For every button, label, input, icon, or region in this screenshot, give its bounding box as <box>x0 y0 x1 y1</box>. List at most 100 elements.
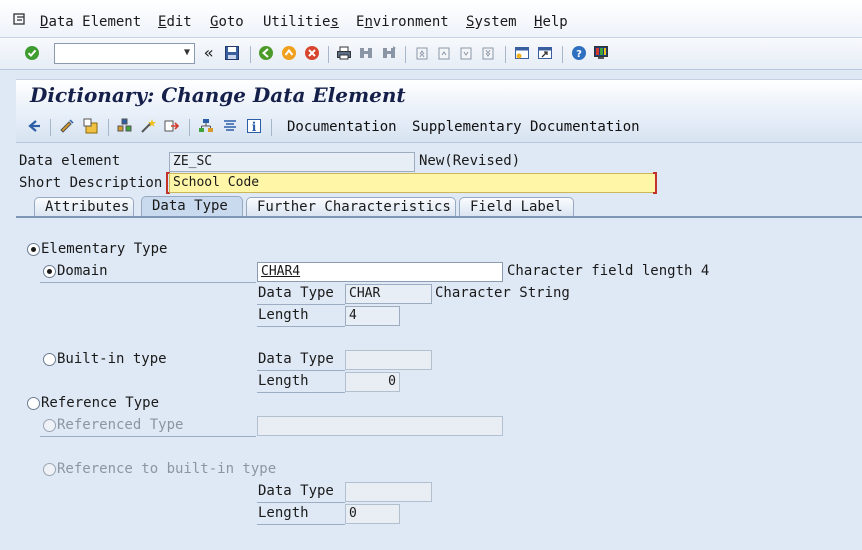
exit-icon[interactable] <box>281 45 297 61</box>
svg-text:i: i <box>252 120 257 134</box>
help-icon[interactable]: ? <box>571 45 587 61</box>
menu-edit[interactable]: Edit <box>158 14 192 30</box>
magic-wand-icon[interactable] <box>140 118 156 134</box>
label-underline <box>257 370 345 371</box>
page-title: Dictionary: Change Data Element <box>30 83 406 107</box>
menu-utilities[interactable]: Utilities <box>263 14 339 30</box>
tab-further-characteristics[interactable]: Further Characteristics <box>246 197 456 218</box>
toolbar-separator <box>562 46 563 63</box>
tab-attributes[interactable]: Attributes <box>34 197 134 218</box>
last-page-icon[interactable] <box>480 45 496 61</box>
application-toolbar: i Documentation Supplementary Documentat… <box>16 111 862 143</box>
activate-icon[interactable] <box>83 118 99 134</box>
domain-value: CHAR4 <box>261 264 301 279</box>
toolbar-separator <box>271 119 272 136</box>
referenced-type-radio[interactable] <box>43 419 56 432</box>
navigate-icon[interactable] <box>164 118 180 134</box>
tab-label: Data Type <box>152 198 228 214</box>
menu-data-element[interactable]: Data Element <box>40 14 141 30</box>
builtin-data-type-field[interactable] <box>345 350 432 370</box>
system-menu-icon[interactable] <box>13 12 27 26</box>
label-underline <box>257 502 345 503</box>
toolbar-separator <box>405 46 406 63</box>
reference-type-label: Reference Type <box>41 395 160 411</box>
chevron-down-icon[interactable]: ▼ <box>184 47 190 58</box>
label-underline <box>257 326 345 327</box>
tab-field-label[interactable]: Field Label <box>459 197 574 218</box>
data-element-label: Data element <box>19 153 121 169</box>
domain-description: Character field length 4 <box>507 263 710 279</box>
builtin-type-label: Built-in type <box>57 351 167 367</box>
reference-builtin-radio[interactable] <box>43 463 56 476</box>
cancel-icon[interactable] <box>304 45 320 61</box>
hierarchy-icon[interactable] <box>198 118 214 134</box>
first-page-icon[interactable] <box>414 45 430 61</box>
domain-label: Domain <box>57 263 108 279</box>
find-next-icon[interactable] <box>381 45 397 61</box>
domain-radio[interactable] <box>43 265 56 278</box>
tab-strip: Attributes Data Type Further Characteris… <box>16 194 862 218</box>
builtin-type-radio[interactable] <box>43 353 56 366</box>
toolbar-separator <box>50 119 51 136</box>
ref-length-field[interactable]: 0 <box>345 504 400 524</box>
find-icon[interactable] <box>358 45 374 61</box>
domain-length-field[interactable]: 4 <box>345 306 400 326</box>
referenced-type-field[interactable] <box>257 416 503 436</box>
elementary-type-label: Elementary Type <box>41 241 168 257</box>
label-underline <box>257 524 345 525</box>
domain-data-type-label: Data Type <box>258 285 334 301</box>
info-icon[interactable]: i <box>246 118 262 134</box>
next-page-icon[interactable] <box>458 45 474 61</box>
create-session-icon[interactable] <box>514 45 530 61</box>
tab-label: Attributes <box>45 199 130 215</box>
status-text: New(Revised) <box>419 153 521 169</box>
supplementary-documentation-button[interactable]: Supplementary Documentation <box>412 119 640 135</box>
label-underline <box>257 392 345 393</box>
list-icon[interactable] <box>222 118 238 134</box>
svg-text:?: ? <box>576 49 582 60</box>
data-element-field[interactable]: ZE_SC <box>169 152 415 172</box>
domain-length-label: Length <box>258 307 309 323</box>
menu-help[interactable]: Help <box>534 14 568 30</box>
back-icon[interactable] <box>258 45 274 61</box>
menu-system[interactable]: System <box>466 14 517 30</box>
ref-length-label: Length <box>258 505 309 521</box>
display-change-icon[interactable] <box>26 118 42 134</box>
double-chevron-left-icon[interactable]: « <box>204 43 214 62</box>
shortcut-icon[interactable] <box>537 45 553 61</box>
print-icon[interactable] <box>336 45 352 61</box>
toolbar-separator <box>108 119 109 136</box>
title-bar: Dictionary: Change Data Element <box>16 79 862 111</box>
where-used-icon[interactable] <box>117 118 133 134</box>
tab-data-type[interactable]: Data Type <box>141 196 243 218</box>
label-underline <box>257 304 345 305</box>
enter-icon[interactable] <box>24 45 40 61</box>
short-description-field[interactable]: School Code <box>169 173 656 193</box>
command-field[interactable]: ▼ <box>54 43 195 64</box>
domain-field[interactable]: CHAR4 <box>257 262 503 282</box>
label-underline <box>40 282 256 283</box>
domain-data-type-field[interactable]: CHAR <box>345 284 432 304</box>
customize-layout-icon[interactable] <box>593 45 609 61</box>
label-underline <box>40 436 256 437</box>
menu-bar: Data Element Edit Goto Utilities Environment… <box>0 0 862 38</box>
reference-type-radio[interactable] <box>27 397 40 410</box>
domain-data-type-description: Character String <box>435 285 570 301</box>
elementary-type-radio[interactable] <box>27 243 40 256</box>
standard-toolbar: ▼ « ? <box>0 38 862 70</box>
ref-data-type-label: Data Type <box>258 483 334 499</box>
referenced-type-label: Referenced Type <box>57 417 184 433</box>
ref-data-type-field[interactable] <box>345 482 432 502</box>
save-icon[interactable] <box>224 45 240 61</box>
toolbar-separator <box>250 46 251 63</box>
menu-environment[interactable]: Environment <box>356 14 449 30</box>
toolbar-separator <box>505 46 506 63</box>
short-description-label: Short Description <box>19 175 163 191</box>
documentation-button[interactable]: Documentation <box>287 119 397 135</box>
required-marker <box>653 172 657 194</box>
toolbar-separator <box>189 119 190 136</box>
menu-goto[interactable]: Goto <box>210 14 244 30</box>
other-object-icon[interactable] <box>59 118 75 134</box>
prev-page-icon[interactable] <box>436 45 452 61</box>
builtin-length-field[interactable]: 0 <box>345 372 400 392</box>
